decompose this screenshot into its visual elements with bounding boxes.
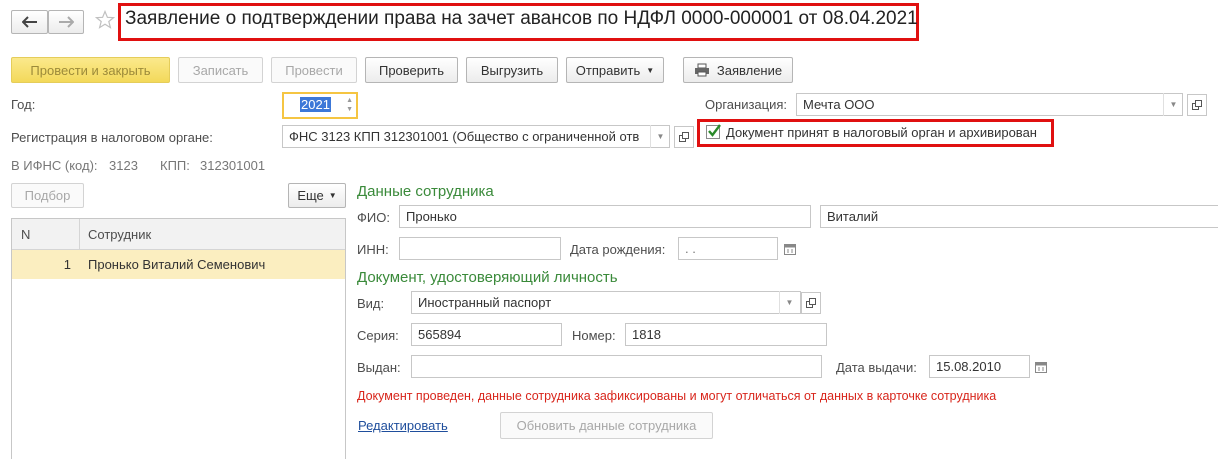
identity-section-title: Документ, удостоверяющий личность (357, 269, 618, 286)
statement-label: Заявление (716, 62, 783, 78)
issue-date-value: 15.08.2010 (936, 359, 1002, 374)
first-name-field[interactable]: Виталий (820, 205, 1218, 228)
open-icon (679, 132, 689, 142)
birth-date-label: Дата рождения: (570, 242, 666, 257)
post-button[interactable]: Провести (271, 57, 357, 83)
arrow-right-icon (59, 16, 74, 28)
more-button[interactable]: Еще ▼ (288, 183, 346, 208)
archived-label: Документ принят в налоговый орган и архи… (726, 125, 1037, 140)
archived-checkbox[interactable] (706, 124, 721, 139)
inn-field[interactable] (399, 237, 561, 260)
row-number: 1 (63, 257, 71, 272)
number-value: 1818 (632, 327, 661, 342)
printer-icon (694, 63, 709, 77)
inn-label: ИНН: (357, 242, 389, 257)
statement-print-button[interactable]: Заявление (683, 57, 793, 83)
save-button[interactable]: Записать (178, 57, 263, 83)
doc-type-value: Иностранный паспорт (418, 295, 552, 310)
employee-section-title: Данные сотрудника (357, 183, 494, 200)
star-icon[interactable] (94, 9, 116, 32)
series-field[interactable]: 565894 (411, 323, 562, 346)
registration-label: Регистрация в налоговом органе: (11, 130, 213, 145)
last-name-value: Пронько (406, 209, 457, 224)
table-header: N Сотрудник (12, 219, 345, 250)
edit-link[interactable]: Редактировать (358, 418, 448, 433)
column-divider (79, 219, 80, 249)
doc-type-field[interactable]: Иностранный паспорт (411, 291, 801, 314)
calendar-icon[interactable] (780, 237, 800, 260)
registration-value: ФНС 3123 КПП 312301001 (Общество с огран… (289, 129, 640, 144)
doc-type-open-button[interactable] (801, 292, 821, 314)
number-field[interactable]: 1818 (625, 323, 827, 346)
select-button[interactable]: Подбор (11, 183, 84, 208)
check-button[interactable]: Проверить (365, 57, 458, 83)
org-value: Мечта ООО (803, 97, 875, 112)
more-label: Еще (297, 188, 324, 203)
ifns-code: 3123 (109, 158, 138, 173)
registration-field[interactable]: ФНС 3123 КПП 312301001 (Общество с огран… (282, 125, 670, 148)
doc-type-dropdown-icon[interactable]: ▼ (779, 291, 799, 314)
column-employee-header[interactable]: Сотрудник (88, 227, 151, 242)
export-button[interactable]: Выгрузить (466, 57, 558, 83)
back-button[interactable] (11, 10, 48, 34)
calendar-icon[interactable] (1031, 355, 1051, 378)
forward-button[interactable] (48, 10, 84, 34)
open-icon (806, 298, 816, 308)
registration-dropdown-icon[interactable]: ▼ (650, 125, 670, 148)
org-field[interactable]: Мечта ООО (796, 93, 1183, 116)
arrow-left-icon (21, 16, 37, 28)
send-label: Отправить (575, 62, 641, 78)
year-field[interactable]: 2021 ▲ ▼ (282, 92, 358, 119)
open-icon (1192, 100, 1202, 110)
last-name-field[interactable]: Пронько (399, 205, 811, 228)
first-name-value: Виталий (827, 209, 879, 224)
org-dropdown-icon[interactable]: ▼ (1163, 93, 1183, 116)
table-row[interactable]: 1 Пронько Виталий Семенович (12, 250, 345, 279)
number-label: Номер: (572, 328, 616, 343)
checkmark-icon (708, 124, 721, 137)
chevron-down-icon: ▼ (328, 191, 337, 200)
post-and-close-button[interactable]: Провести и закрыть (11, 57, 170, 83)
column-n-header[interactable]: N (21, 227, 30, 242)
series-value: 565894 (418, 327, 462, 342)
kpp-value: 312301001 (200, 158, 266, 173)
chevron-down-icon: ▼ (646, 65, 655, 75)
issue-date-field[interactable]: 15.08.2010 (929, 355, 1030, 378)
year-value: 2021 (300, 97, 331, 112)
refresh-employee-button[interactable]: Обновить данные сотрудника (500, 412, 713, 439)
posted-notice: Документ проведен, данные сотрудника заф… (357, 389, 997, 403)
issued-by-label: Выдан: (357, 360, 401, 375)
year-stepper[interactable]: ▲ ▼ (346, 96, 353, 114)
birth-date-field[interactable]: . . (678, 237, 778, 260)
org-open-button[interactable] (1187, 94, 1207, 116)
series-label: Серия: (357, 328, 399, 343)
page-title: Заявление о подтверждении права на зачет… (125, 8, 918, 29)
registration-open-button[interactable] (674, 126, 694, 148)
send-dropdown-button[interactable]: Отправить ▼ (566, 57, 664, 83)
issued-by-field[interactable] (411, 355, 822, 378)
org-label: Организация: (705, 97, 788, 112)
birth-date-value: . . (685, 241, 696, 256)
fio-label: ФИО: (357, 210, 390, 225)
row-employee: Пронько Виталий Семенович (88, 257, 266, 272)
doc-type-label: Вид: (357, 296, 385, 311)
kpp-label: КПП: (160, 158, 190, 173)
ifns-label: В ИФНС (код): (11, 158, 98, 173)
year-label: Год: (11, 97, 36, 112)
employee-table: N Сотрудник 1 Пронько Виталий Семенович (11, 218, 346, 459)
issue-date-label: Дата выдачи: (836, 360, 917, 375)
